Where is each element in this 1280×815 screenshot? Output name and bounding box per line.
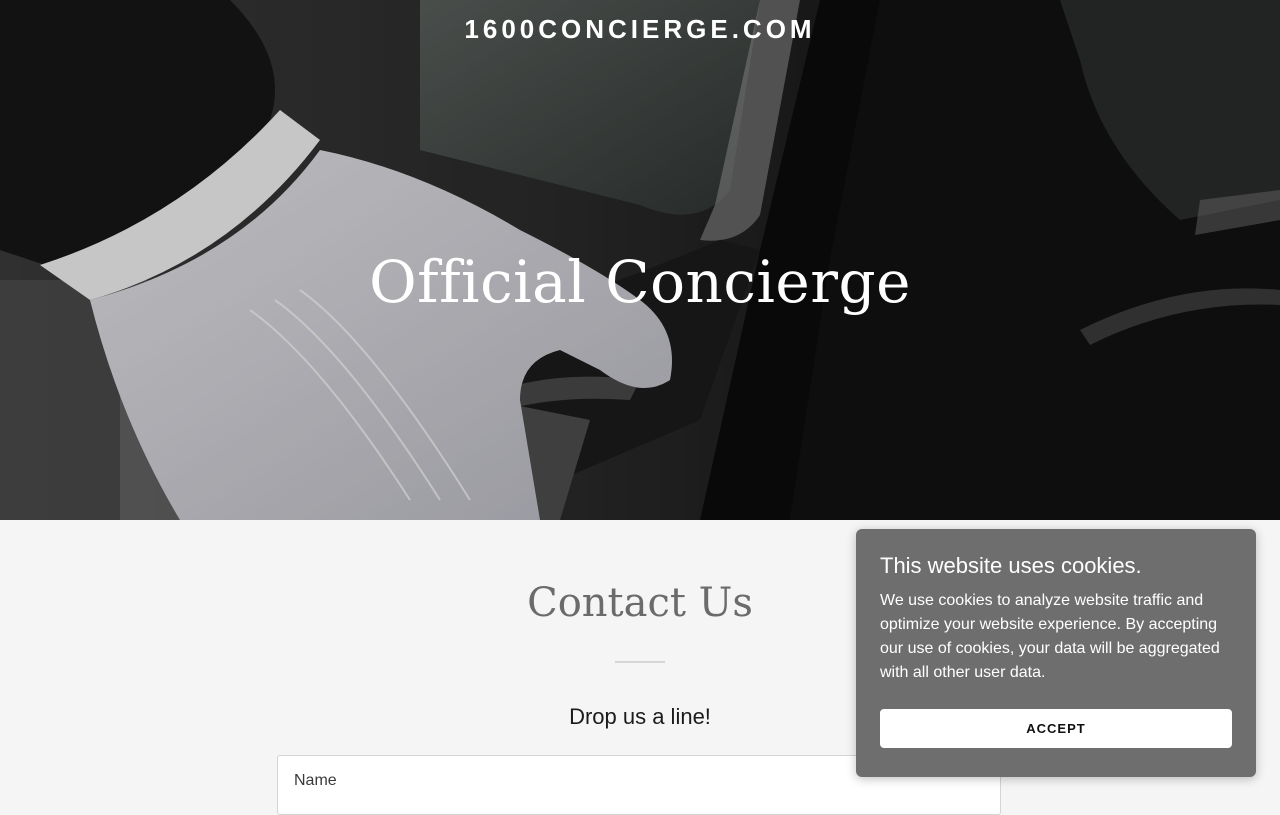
section-divider: [615, 661, 665, 663]
cookie-banner-message: We use cookies to analyze website traffi…: [880, 592, 1220, 681]
hero-section: 1600CONCIERGE.COM Official Concierge: [0, 0, 1280, 520]
site-name[interactable]: 1600CONCIERGE.COM: [0, 14, 1280, 45]
cookie-banner: This website uses cookies. We use cookie…: [856, 529, 1256, 777]
name-field-label: Name: [294, 772, 337, 789]
cookie-banner-title: This website uses cookies.: [880, 553, 1142, 578]
hero-title: Official Concierge: [369, 248, 911, 316]
accept-cookies-button[interactable]: ACCEPT: [880, 709, 1232, 748]
